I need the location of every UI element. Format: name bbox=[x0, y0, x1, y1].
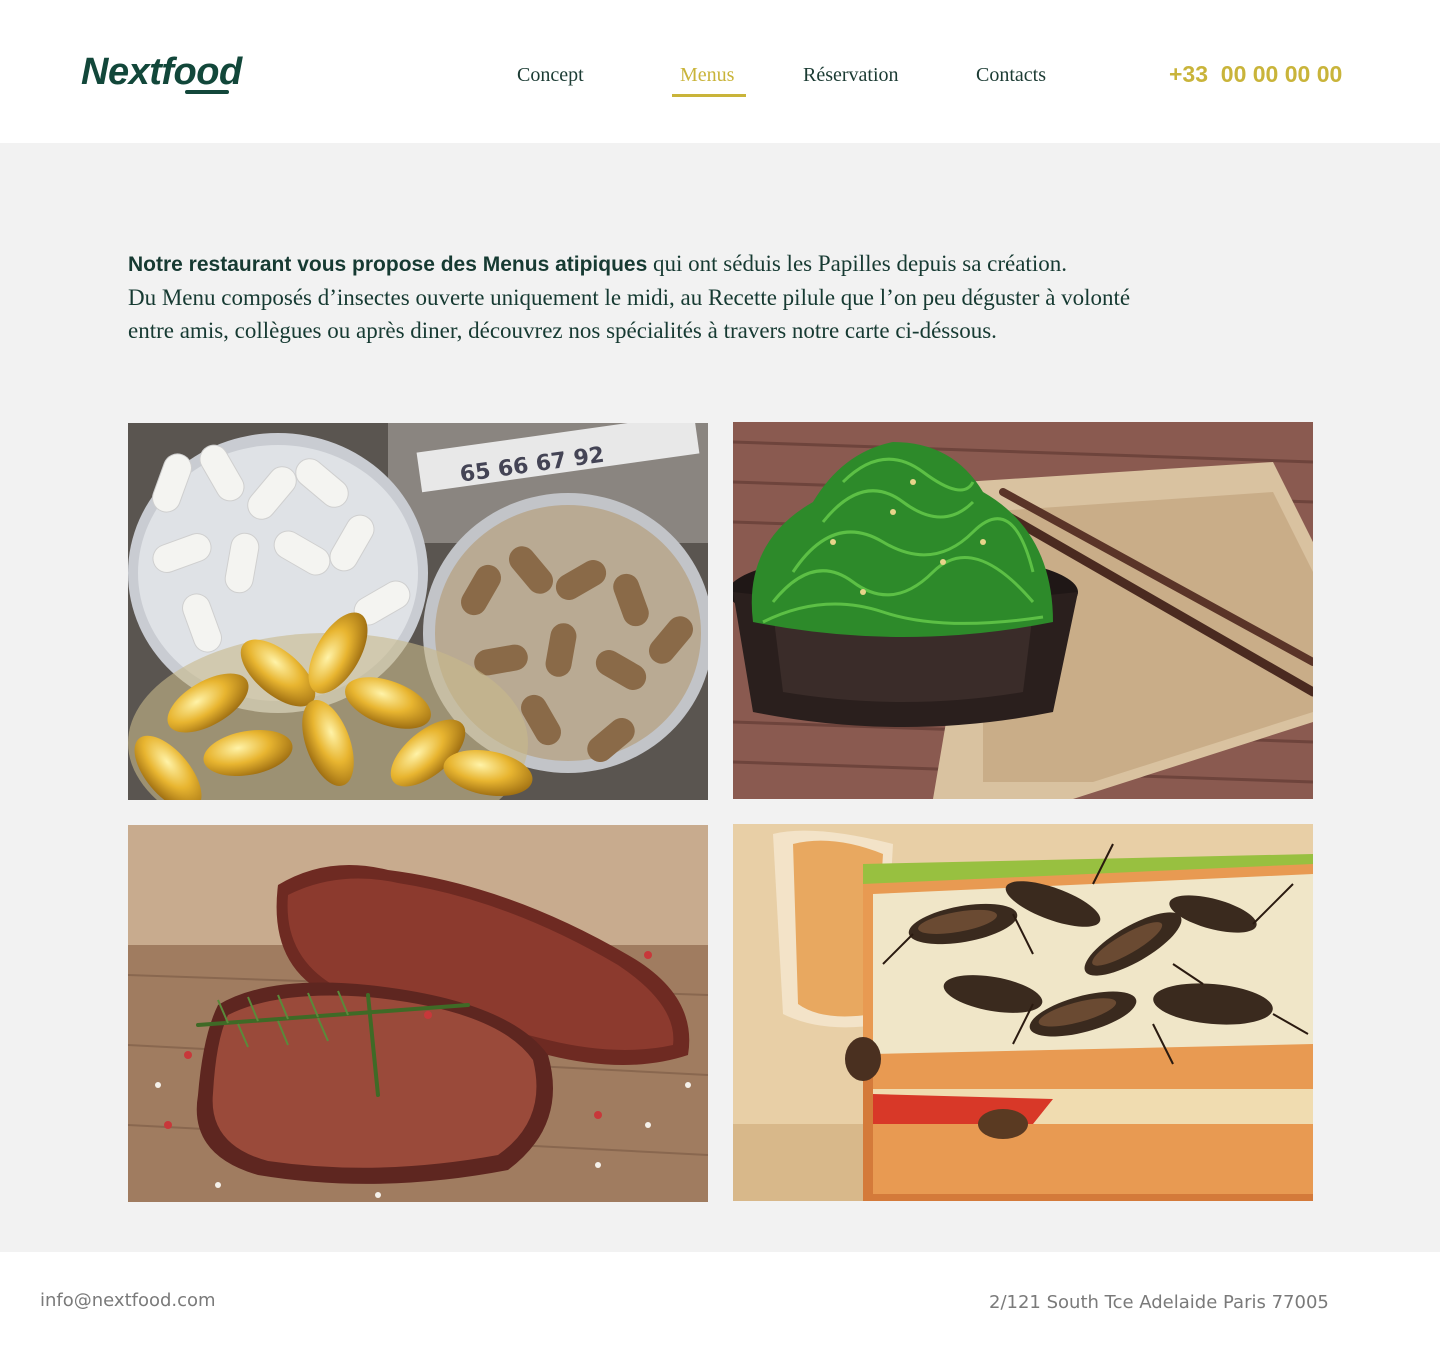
intro-line3: entre amis, collègues ou après diner, dé… bbox=[128, 318, 997, 343]
cricket-sandwich-image bbox=[733, 824, 1313, 1201]
seaweed-image bbox=[733, 422, 1313, 799]
footer-email-link[interactable]: info@nextfood.com bbox=[40, 1290, 216, 1311]
nav-link-concept[interactable]: Concept bbox=[517, 62, 584, 88]
gallery-photo-pills[interactable]: 65 66 67 92 bbox=[128, 423, 708, 800]
site-header: Nextfood Concept Menus Réservation Conta… bbox=[0, 0, 1440, 143]
nav-link-contacts[interactable]: Contacts bbox=[976, 62, 1046, 88]
intro-text: Notre restaurant vous propose des Menus … bbox=[128, 247, 1318, 347]
gallery-photo-cricket-sandwich[interactable] bbox=[733, 824, 1313, 1201]
pills-image: 65 66 67 92 bbox=[128, 423, 708, 800]
gallery-photo-steak[interactable] bbox=[128, 825, 708, 1202]
nav-active-indicator bbox=[672, 94, 746, 97]
intro-line1: qui ont séduis les Papilles depuis sa cr… bbox=[647, 251, 1067, 276]
intro-bold: Notre restaurant vous propose des Menus … bbox=[128, 253, 648, 276]
logo-underline bbox=[185, 90, 229, 94]
site-footer: info@nextfood.com 2/121 South Tce Adelai… bbox=[0, 1252, 1440, 1353]
footer-address: 2/121 South Tce Adelaide Paris 77005 bbox=[989, 1292, 1329, 1313]
gallery-photo-seaweed[interactable] bbox=[733, 422, 1313, 799]
nav-link-menus[interactable]: Menus bbox=[680, 62, 734, 88]
steak-image bbox=[128, 825, 708, 1202]
nav-link-reservation[interactable]: Réservation bbox=[803, 62, 899, 88]
brand-logo[interactable]: Nextfood bbox=[81, 50, 242, 94]
intro-line2: Du Menu composés d’insectes ouverte uniq… bbox=[128, 285, 1131, 310]
main-content: Notre restaurant vous propose des Menus … bbox=[0, 143, 1440, 1252]
phone-number[interactable]: +33 00 00 00 00 bbox=[1169, 60, 1342, 88]
